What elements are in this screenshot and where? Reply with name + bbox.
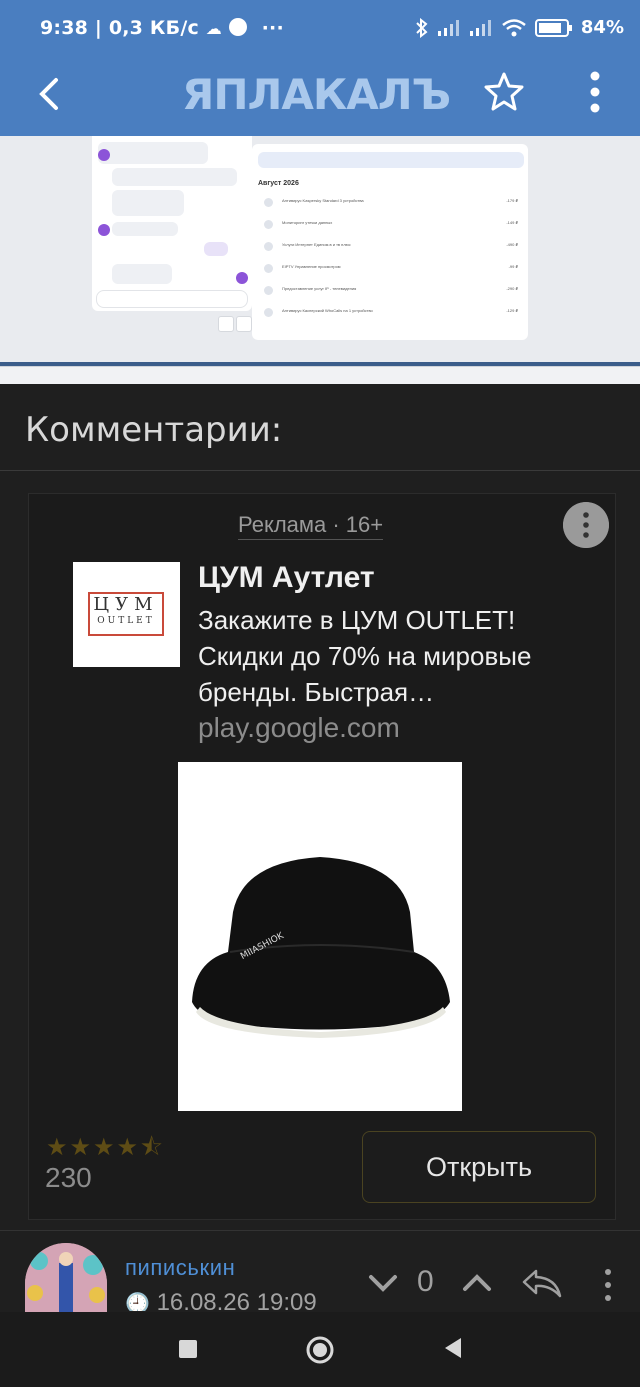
transaction-row: Услуги Интернет Едином.в и тв плюс -490 ₽	[264, 240, 522, 262]
ad-title[interactable]: ЦУМ Аутлет	[198, 561, 375, 595]
chat-avatar-icon	[98, 224, 110, 236]
cloud-icon: ☁	[205, 19, 222, 38]
half-star-icon: ⯪	[140, 1134, 165, 1161]
ad-image[interactable]: MIIASHIOK	[178, 762, 462, 1111]
transaction-amount: -179 ₽	[506, 198, 518, 203]
site-logo[interactable]: ЯПЛАКАЛЪ	[182, 70, 451, 119]
chat-bubble	[112, 190, 184, 216]
transaction-row: Предоставление услуг IP - телевидения -29…	[264, 284, 522, 306]
transaction-title: Услуги Интернет Едином.в и тв плюс	[282, 242, 351, 247]
reply-icon[interactable]	[520, 1266, 564, 1300]
ad-description[interactable]: Закажите в ЦУМ OUTLET! Скидки до 70% на …	[198, 602, 608, 710]
transaction-list: Антивирус Kaspersky Standard 3 устройств…	[264, 196, 522, 328]
transaction-amount: -129 ₽	[506, 308, 518, 313]
status-right: 84%	[415, 17, 624, 38]
transaction-title: Мониторинг утечки данных	[282, 220, 333, 225]
info-banner	[258, 152, 524, 168]
star-icon: ★	[116, 1134, 141, 1161]
chat-bubble	[112, 168, 237, 186]
star-icon: ★	[46, 1134, 70, 1161]
wifi-icon	[502, 18, 526, 36]
comment-date: 🕘 16.08.26 19:09	[125, 1289, 317, 1311]
vote-down-icon[interactable]	[366, 1266, 400, 1300]
signal-icon	[437, 19, 459, 36]
transaction-title: EIPTV Управление просмотром	[282, 264, 341, 269]
vpn-icon	[228, 18, 247, 36]
transaction-amount: -290 ₽	[506, 286, 518, 291]
open-button[interactable]: Открыть	[362, 1131, 596, 1203]
comment-menu-icon[interactable]	[598, 1266, 618, 1304]
vote-count: 0	[417, 1265, 434, 1298]
transaction-title: Антивирус Kaspersky Standard 3 устройств…	[282, 198, 364, 203]
transaction-amount: -149 ₽	[506, 220, 518, 225]
windows-taskbar	[0, 366, 640, 384]
transaction-amount: -99 ₽	[508, 264, 518, 269]
battery-icon	[534, 18, 572, 37]
expand-icon	[218, 316, 234, 332]
chat-panel	[92, 136, 252, 311]
comments-heading: Комментарии:	[25, 410, 283, 450]
ad-domain[interactable]: play.google.com	[198, 712, 400, 744]
transaction-title: Антивирус Касперский WhoCalls на 1 устро…	[282, 308, 373, 313]
more-notifications-icon: ···	[261, 17, 284, 39]
nav-back-icon[interactable]	[443, 1336, 463, 1360]
close-icon	[236, 316, 252, 332]
brand-logo-frame: ЦУМ OUTLET	[88, 592, 164, 636]
battery-percent-value: 84	[580, 17, 606, 38]
ad-label[interactable]: Реклама · 16+	[238, 512, 384, 540]
back-arrow-icon[interactable]	[30, 74, 70, 114]
post-image[interactable]: Август 2026 Антивирус Kaspersky Standard…	[0, 136, 640, 384]
chat-bubble	[112, 264, 172, 284]
chat-avatar-icon	[98, 149, 110, 161]
bluetooth-icon	[416, 17, 428, 38]
clock-icon: 🕘	[125, 1293, 150, 1311]
send-icon	[236, 272, 248, 284]
star-icon: ★	[93, 1134, 117, 1161]
brand-logo-line1: ЦУМ	[93, 594, 159, 615]
signal-icon-2	[469, 19, 491, 36]
rating-count: 230	[45, 1162, 92, 1193]
status-bar: 9:38 | 0,3 КБ/с ☁ ··· 84%	[0, 0, 640, 56]
status-time: 9:38 | 0,3 КБ/с ☁ ···	[40, 17, 284, 39]
chat-bubble	[98, 142, 208, 164]
battery-percent: 84%	[580, 17, 624, 38]
month-heading: Август 2026	[258, 180, 299, 187]
chat-input	[96, 290, 248, 308]
favorite-star-icon[interactable]	[484, 71, 524, 111]
more-menu-icon[interactable]	[580, 70, 610, 114]
comment-timestamp: 16.08.26 19:09	[156, 1289, 317, 1311]
app-bar: ЯПЛАКАЛЪ	[0, 56, 640, 136]
transaction-amount: -490 ₽	[506, 242, 518, 247]
ad-options-icon[interactable]	[563, 502, 609, 548]
recent-apps-icon[interactable]	[179, 1340, 197, 1358]
transaction-row: Антивирус Касперский WhoCalls на 1 устро…	[264, 306, 522, 328]
transaction-row: EIPTV Управление просмотром -99 ₽	[264, 262, 522, 284]
chat-bubble	[204, 242, 228, 256]
brand-logo-line2: OUTLET	[97, 616, 155, 626]
chat-bubble	[112, 222, 178, 236]
transaction-row: Мониторинг утечки данных -149 ₽	[264, 218, 522, 240]
divider	[0, 470, 640, 471]
star-icon: ★	[69, 1134, 94, 1161]
transactions-panel: Август 2026 Антивирус Kaspersky Standard…	[252, 144, 528, 340]
home-icon[interactable]	[305, 1335, 335, 1365]
status-time-text: 9:38 | 0,3 КБ/с	[40, 17, 199, 39]
vote-up-icon[interactable]	[460, 1266, 494, 1300]
bucket-hat-image: MIIASHIOK	[192, 857, 450, 1038]
comment-username[interactable]: пиписькин	[125, 1255, 235, 1281]
brand-logo[interactable]: ЦУМ OUTLET	[73, 562, 180, 667]
transaction-row: Антивирус Kaspersky Standard 3 устройств…	[264, 196, 522, 218]
transaction-title: Предоставление услуг IP - телевидения	[282, 286, 357, 291]
